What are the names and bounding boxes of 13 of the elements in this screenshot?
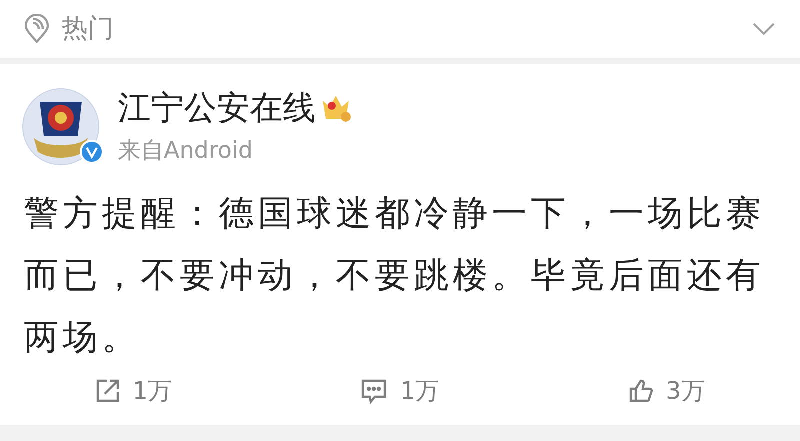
author-name[interactable]: 江宁公安在线 <box>118 86 316 130</box>
repost-button[interactable]: 1万 <box>0 373 267 409</box>
post-source: 来自Android <box>118 137 254 166</box>
thumbs-up-icon <box>628 378 654 404</box>
like-button[interactable]: 3万 <box>533 373 800 409</box>
comment-button[interactable]: 1万 <box>266 373 534 409</box>
post-text: 警方提醒：德国球迷都冷静一下，一场比赛而已，不要冲动，不要跳楼。毕竟后面还有两场。 <box>23 192 766 360</box>
chevron-down-icon[interactable] <box>752 22 776 36</box>
avatar[interactable] <box>22 88 100 166</box>
section-title: 热门 <box>62 12 114 46</box>
share-icon <box>94 378 121 404</box>
location-pin-icon <box>24 14 50 44</box>
comment-icon <box>360 377 388 405</box>
